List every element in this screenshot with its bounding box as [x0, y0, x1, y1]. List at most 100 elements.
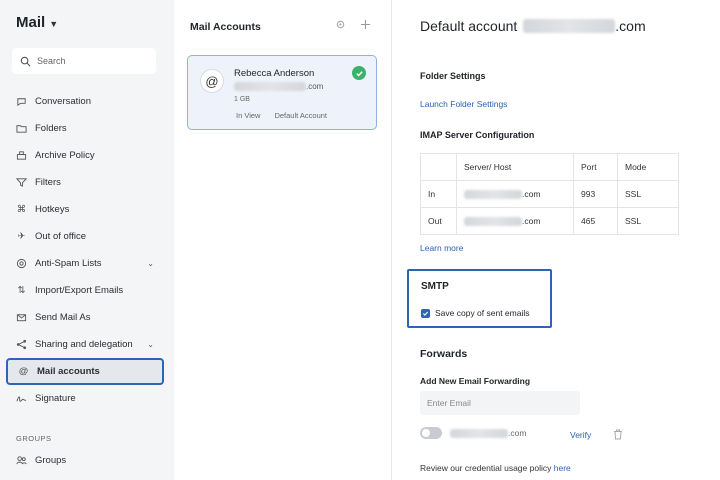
- redacted-host: [464, 217, 522, 227]
- sidebar-item-label: Hotkeys: [35, 204, 70, 215]
- table-cell: Out: [420, 207, 457, 235]
- sidebar-item-folders[interactable]: Folders: [6, 115, 164, 142]
- at-icon: @: [18, 366, 29, 377]
- account-name: Rebecca Anderson: [234, 68, 315, 79]
- panel-title: Mail Accounts: [190, 21, 261, 33]
- save-copy-checkbox[interactable]: Save copy of sent emails: [421, 308, 530, 318]
- account-status: In View: [236, 111, 261, 120]
- import-export-icon: ⇅: [17, 285, 26, 296]
- save-copy-label: Save copy of sent emails: [435, 308, 530, 318]
- title-suffix: .com: [615, 18, 646, 34]
- smtp-section: SMTP Save copy of sent emails: [407, 269, 552, 328]
- mail-accounts-panel: Mail Accounts @ Rebecca Anderson .com 1 …: [174, 0, 392, 480]
- sidebar-item-label: Out of office: [35, 231, 87, 242]
- signature-icon: [16, 393, 27, 404]
- table-cell-host: .com: [456, 207, 574, 235]
- verify-link[interactable]: Verify: [570, 430, 591, 440]
- forward-entry: .com: [420, 427, 630, 439]
- redacted-address: [523, 19, 616, 33]
- sidebar-item-label: Conversation: [35, 96, 91, 107]
- sidebar-item-label: Import/Export Emails: [35, 285, 124, 296]
- account-details-panel: Default account .com Folder Settings Lau…: [393, 0, 720, 480]
- settings-sidebar: Mail ▼ Search Conversation Folders Archi…: [0, 0, 174, 480]
- sidebar-item-anti-spam-lists[interactable]: Anti-Spam Lists ⌄: [6, 250, 164, 277]
- groups-section-label: GROUPS: [16, 434, 52, 443]
- send-as-icon: [16, 312, 27, 323]
- launch-folder-settings-link[interactable]: Launch Folder Settings: [420, 99, 507, 109]
- host-suffix: .com: [522, 215, 541, 226]
- sidebar-item-mail-accounts[interactable]: @ Mail accounts: [6, 358, 164, 385]
- table-cell: SSL: [617, 180, 679, 208]
- policy-text: Review our credential usage policy: [420, 463, 552, 473]
- filter-icon: [16, 177, 27, 188]
- plane-icon: ✈: [17, 231, 26, 242]
- groups-icon: [16, 456, 27, 465]
- redacted-email: [234, 82, 306, 91]
- redacted-host: [464, 190, 522, 200]
- forward-email-input[interactable]: [420, 391, 580, 415]
- table-cell: 993: [573, 180, 618, 208]
- add-icon[interactable]: [360, 19, 371, 30]
- table-cell-host: .com: [456, 180, 574, 208]
- imap-table: Server/ Host Port Mode In .com 993 SSL O…: [420, 153, 679, 235]
- table-cell: 465: [573, 207, 618, 235]
- forward-email-suffix: .com: [508, 428, 527, 438]
- checkbox-checked-icon[interactable]: [421, 308, 430, 318]
- archive-icon: [16, 150, 27, 161]
- folder-icon: [16, 123, 27, 134]
- sidebar-item-groups[interactable]: Groups: [16, 455, 66, 466]
- learn-more-link[interactable]: Learn more: [420, 243, 463, 253]
- account-meta: In View Default Account: [236, 111, 327, 120]
- sidebar-item-archive-policy[interactable]: Archive Policy: [6, 142, 164, 169]
- account-storage: 1 GB: [234, 96, 250, 103]
- sidebar-item-label: Mail accounts: [37, 366, 100, 377]
- settings-icon[interactable]: [335, 19, 346, 30]
- forward-toggle[interactable]: [420, 427, 442, 439]
- sidebar-item-hotkeys[interactable]: ⌘ Hotkeys: [6, 196, 164, 223]
- account-email: .com: [234, 82, 323, 91]
- folder-settings-heading: Folder Settings: [420, 71, 486, 81]
- table-header: [420, 153, 457, 181]
- sidebar-item-label: Filters: [35, 177, 61, 188]
- sidebar-item-label: Archive Policy: [35, 150, 95, 161]
- share-icon: [16, 339, 27, 350]
- title-prefix: Default account: [420, 18, 518, 34]
- sidebar-item-import-export[interactable]: ⇅ Import/Export Emails: [6, 277, 164, 304]
- settings-nav: Conversation Folders Archive Policy Filt…: [6, 88, 164, 412]
- imap-heading: IMAP Server Configuration: [420, 130, 535, 140]
- table-header: Port: [573, 153, 618, 181]
- chevron-down-icon[interactable]: ⌄: [147, 340, 154, 349]
- search-icon: [20, 56, 31, 66]
- chevron-down-icon: ▼: [49, 18, 59, 29]
- trash-icon[interactable]: [613, 429, 623, 440]
- smtp-heading: SMTP: [421, 281, 449, 292]
- sidebar-item-label: Sharing and delegation: [35, 339, 133, 350]
- check-icon: [352, 66, 366, 80]
- sidebar-item-sharing-delegation[interactable]: Sharing and delegation ⌄: [6, 331, 164, 358]
- table-header-row: Server/ Host Port Mode: [420, 153, 679, 181]
- table-header: Server/ Host: [456, 153, 574, 181]
- search-box[interactable]: Search: [12, 48, 156, 74]
- page-title: Default account .com: [420, 18, 646, 34]
- panel-actions: [335, 19, 371, 30]
- search-placeholder: Search: [37, 56, 66, 66]
- app-switcher[interactable]: Mail ▼: [16, 14, 58, 31]
- sidebar-item-label: Folders: [35, 123, 67, 134]
- add-forwarding-label: Add New Email Forwarding: [420, 376, 531, 386]
- sidebar-item-out-of-office[interactable]: ✈ Out of office: [6, 223, 164, 250]
- sidebar-item-label: Groups: [35, 455, 67, 466]
- sidebar-item-signature[interactable]: Signature: [6, 385, 164, 412]
- account-type: Default Account: [274, 111, 328, 120]
- conversation-icon: [16, 96, 27, 107]
- chevron-down-icon[interactable]: ⌄: [147, 259, 154, 268]
- table-row: In .com 993 SSL: [420, 180, 679, 208]
- sidebar-item-label: Send Mail As: [35, 312, 91, 323]
- sidebar-item-conversation[interactable]: Conversation: [6, 88, 164, 115]
- sidebar-item-filters[interactable]: Filters: [6, 169, 164, 196]
- table-row: Out .com 465 SSL: [420, 207, 679, 235]
- sidebar-item-send-mail-as[interactable]: Send Mail As: [6, 304, 164, 331]
- email-suffix: .com: [306, 82, 324, 91]
- policy-link[interactable]: here: [554, 463, 571, 473]
- table-header: Mode: [617, 153, 679, 181]
- account-card[interactable]: @ Rebecca Anderson .com 1 GB In View Def…: [187, 55, 377, 130]
